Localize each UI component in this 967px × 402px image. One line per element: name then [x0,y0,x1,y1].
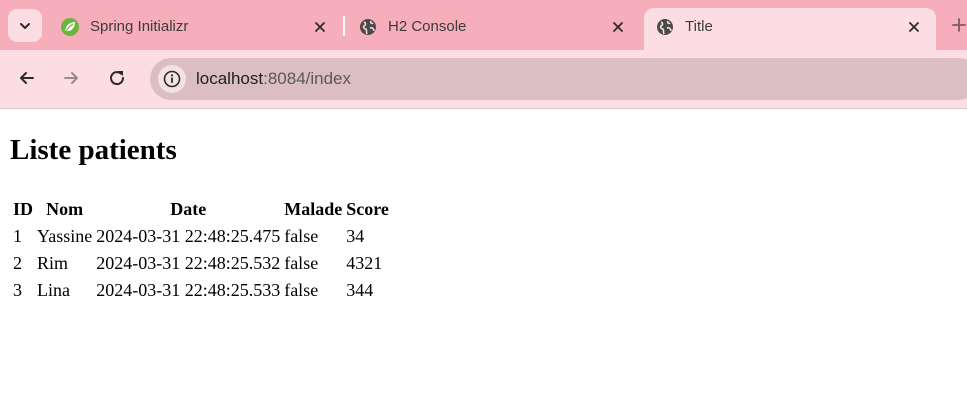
chevron-down-icon [20,22,30,29]
page-content: Liste patients ID Nom Date Malade Score … [0,109,967,402]
cell-date: 2024-03-31 22:48:25.532 [96,253,281,273]
table-row: 2 Rim 2024-03-31 22:48:25.532 false 4321 [12,251,390,276]
patients-table: ID Nom Date Malade Score 1 Yassine 2024-… [10,195,392,305]
reload-button[interactable] [101,62,133,94]
browser-toolbar: localhost:8084/index [0,50,967,108]
tab-title: H2 Console [388,18,467,35]
back-button[interactable] [11,62,43,94]
tab-title: Title [685,18,713,35]
cell-id: 1 [13,226,22,246]
cell-nom: Rim [37,253,69,273]
url-host: localhost [196,69,264,88]
column-header-id: ID [13,199,34,219]
cell-nom: Lina [37,280,71,300]
tab-search-button[interactable] [8,9,42,42]
cell-malade: false [284,280,319,300]
column-header-score: Score [346,199,389,219]
column-header-date: Date [170,199,207,219]
address-bar[interactable]: localhost:8084/index [150,58,967,100]
arrow-right-icon [64,72,78,84]
plus-icon [952,18,966,32]
column-header-malade: Malade [284,199,343,219]
column-header-nom: Nom [46,199,84,219]
cell-score: 344 [346,280,374,300]
cell-date: 2024-03-31 22:48:25.475 [96,226,281,246]
cell-score: 4321 [346,253,383,273]
table-row: 1 Yassine 2024-03-31 22:48:25.475 false … [12,224,390,249]
table-row: 3 Lina 2024-03-31 22:48:25.533 false 344 [12,278,390,303]
cell-malade: false [284,253,319,273]
close-icon[interactable] [310,17,330,37]
close-icon[interactable] [904,17,924,37]
cell-id: 2 [13,253,22,273]
cell-score: 34 [346,226,365,246]
tab-title-active[interactable]: Title [644,8,936,52]
cell-malade: false [284,226,319,246]
tab-title: Spring Initializr [90,18,189,35]
arrow-left-icon [20,72,34,84]
tab-separator [343,16,345,36]
spring-leaf-icon [60,17,80,37]
close-icon[interactable] [608,17,628,37]
tab-spring-initializr[interactable]: Spring Initializr [60,8,336,50]
tab-h2-console[interactable]: H2 Console [358,8,634,50]
cell-nom: Yassine [37,226,93,246]
forward-button[interactable] [55,62,87,94]
cell-date: 2024-03-31 22:48:25.533 [96,280,281,300]
globe-icon [358,17,378,37]
new-tab-button[interactable] [948,14,967,36]
page-title: Liste patients [10,134,177,166]
url-text[interactable]: localhost:8084/index [196,69,351,89]
reload-icon [110,71,125,86]
table-header-row: ID Nom Date Malade Score [12,197,390,222]
cell-id: 3 [13,280,22,300]
info-icon[interactable] [158,65,186,93]
globe-icon [655,17,675,37]
tab-strip: Spring Initializr H2 Console Title [0,0,967,52]
url-path: :8084/index [263,69,352,88]
